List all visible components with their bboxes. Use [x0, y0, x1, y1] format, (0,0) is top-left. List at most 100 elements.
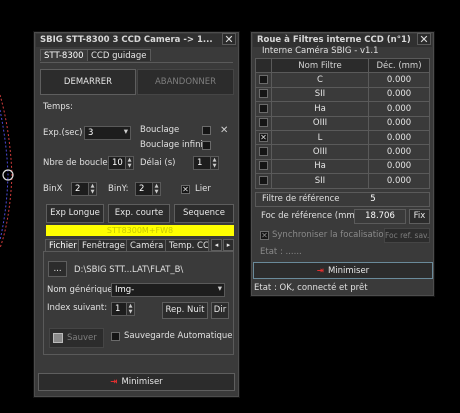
camera-window: SBIG STT-8300 3 CCD Camera -> 1... ✕ STT…	[33, 31, 240, 398]
dir-button[interactable]: Dir	[211, 302, 229, 319]
biny-input[interactable]: 2 ▲ ▼	[135, 182, 161, 196]
filter-offset-cell[interactable]: 0.000	[368, 115, 430, 131]
sauver-label: Sauver	[67, 333, 97, 343]
fix-button[interactable]: Fix	[409, 209, 430, 224]
filter-offset-cell[interactable]: 0.000	[368, 158, 430, 175]
filter-row-checkbox[interactable]	[255, 101, 272, 117]
nom-generique-select[interactable]: Img- ▾	[111, 283, 225, 297]
filter-row[interactable]: C 0.000	[255, 72, 430, 88]
start-button[interactable]: DEMARRER	[40, 69, 136, 95]
minimize-label: Minimiser	[327, 266, 370, 276]
tab-fichier[interactable]: Fichier	[45, 239, 81, 251]
spinner-icon[interactable]: ▲ ▼	[126, 303, 134, 315]
lier-checkbox[interactable]: ✕	[181, 185, 190, 194]
filter-name-cell[interactable]: C	[271, 72, 369, 88]
spinner-icon[interactable]: ▲ ▼	[125, 157, 133, 169]
foc-ref-sav-button[interactable]: Foc ref. sav.	[384, 228, 430, 243]
lier-label: Lier	[195, 184, 211, 194]
filter-name-cell[interactable]: Ha	[271, 101, 369, 117]
bouclage-infini-checkbox[interactable]	[202, 141, 211, 150]
filter-offset-cell[interactable]: 0.000	[368, 101, 430, 117]
sauvegarde-auto-label: Sauvegarde Automatique	[124, 331, 233, 341]
exp-label: Exp.(sec)	[43, 128, 83, 138]
filter-checkbox[interactable]	[259, 75, 268, 85]
exp-longue-button[interactable]: Exp Longue	[46, 204, 104, 223]
sauvegarde-auto-checkbox[interactable]	[111, 332, 120, 341]
filter-name-cell[interactable]: SII	[271, 173, 369, 189]
tab-fenetrage[interactable]: Fenêtrage	[78, 239, 129, 251]
filter-table-header: Nom Filtre Déc. (mm)	[255, 57, 430, 74]
filter-minimize-button[interactable]: ⇥ Minimiser	[253, 262, 433, 279]
bouclage-checkbox[interactable]	[202, 126, 211, 135]
tab-scroll-left-icon[interactable]: ◂	[211, 239, 222, 251]
sequence-button[interactable]: Sequence	[174, 204, 234, 223]
filter-offset-cell[interactable]: 0.000	[368, 86, 430, 103]
exp-select[interactable]: 3 ▾	[84, 126, 131, 140]
filter-name-cell[interactable]: Ha	[271, 158, 369, 175]
spinner-icon[interactable]: ▲ ▼	[210, 157, 218, 169]
spinner-icon[interactable]: ▲ ▼	[152, 183, 160, 195]
filter-row[interactable]: SII 0.000	[255, 173, 430, 189]
filter-name-cell[interactable]: OIII	[271, 115, 369, 131]
filter-offset-cell[interactable]: 0.000	[368, 129, 430, 146]
filter-checkbox[interactable]: ✕	[259, 132, 268, 142]
ref-filter-value[interactable]: 5	[352, 193, 394, 206]
index-label: Index suivant:	[47, 303, 108, 313]
filter-row[interactable]: SII 0.000	[255, 86, 430, 103]
browse-button[interactable]: ...	[48, 261, 67, 277]
delai-value: 1	[197, 158, 203, 168]
rep-nuit-button[interactable]: Rep. Nuit	[162, 302, 208, 319]
spinner-icon[interactable]: ▲ ▼	[88, 183, 96, 195]
filter-row[interactable]: Ha 0.000	[255, 158, 430, 175]
nbre-boucles-input[interactable]: 10 ▲ ▼	[108, 156, 134, 170]
tab-temp-ccd[interactable]: Temp. CCD	[165, 239, 209, 251]
index-input[interactable]: 1 ▲ ▼	[111, 302, 135, 316]
filter-row-checkbox[interactable]	[255, 173, 272, 189]
filter-checkbox[interactable]	[259, 103, 268, 113]
filter-row-checkbox[interactable]: ✕	[255, 129, 272, 146]
filter-row[interactable]: Ha 0.000	[255, 101, 430, 117]
filter-name-cell[interactable]: OIII	[271, 144, 369, 160]
filter-offset-cell[interactable]: 0.000	[368, 72, 430, 88]
filter-row[interactable]: OIII 0.000	[255, 144, 430, 160]
abort-button[interactable]: ABANDONNER	[137, 69, 234, 95]
filter-offset-cell[interactable]: 0.000	[368, 144, 430, 160]
minimize-arrow-icon: ⇥	[110, 377, 118, 387]
filter-row-checkbox[interactable]	[255, 86, 272, 103]
filter-row[interactable]: OIII 0.000	[255, 115, 430, 131]
sync-checkbox[interactable]: ✕	[260, 231, 269, 240]
filter-row-checkbox[interactable]	[255, 72, 272, 88]
clear-icon[interactable]: ✕	[220, 125, 228, 136]
filter-name-cell[interactable]: SII	[271, 86, 369, 103]
sync-label: Synchroniser la focalisation	[272, 230, 389, 240]
filter-checkbox[interactable]	[259, 161, 268, 171]
filter-row[interactable]: ✕ L 0.000	[255, 129, 430, 146]
delai-input[interactable]: 1 ▲ ▼	[193, 156, 219, 170]
binx-input[interactable]: 2 ▲ ▼	[71, 182, 97, 196]
filter-name-cell[interactable]: L	[271, 129, 369, 146]
tab-scroll-right-icon[interactable]: ▸	[223, 239, 234, 251]
filter-row-checkbox[interactable]	[255, 144, 272, 160]
filter-checkbox[interactable]	[259, 175, 268, 185]
bouclage-label: Bouclage	[140, 125, 180, 135]
tab-ccd-guidage[interactable]: CCD guidage	[87, 49, 151, 61]
binx-value: 2	[75, 184, 81, 194]
filter-checkbox[interactable]	[259, 118, 268, 128]
filter-offset-cell[interactable]: 0.000	[368, 173, 430, 189]
tab-stt8300[interactable]: STT-8300	[40, 49, 88, 61]
sauver-button[interactable]: Sauver	[49, 328, 104, 348]
filter-row-checkbox[interactable]	[255, 115, 272, 131]
exp-courte-button[interactable]: Exp. courte	[108, 204, 170, 223]
tab-camera[interactable]: Caméra	[126, 239, 168, 251]
filter-checkbox[interactable]	[259, 147, 268, 157]
filter-row-checkbox[interactable]	[255, 158, 272, 175]
camera-window-title[interactable]: SBIG STT-8300 3 CCD Camera -> 1...	[36, 34, 237, 47]
close-icon[interactable]: ✕	[222, 33, 236, 45]
filter-subtitle: Interne Caméra SBIG - v1.1	[262, 46, 379, 56]
filter-checkbox[interactable]	[259, 89, 268, 99]
ref-focus-value[interactable]: 18.706	[354, 209, 406, 224]
close-icon[interactable]: ✕	[417, 33, 431, 45]
binx-label: BinX	[43, 184, 63, 194]
camera-minimize-button[interactable]: ⇥ Minimiser	[38, 373, 235, 391]
tab-divider	[40, 62, 233, 63]
